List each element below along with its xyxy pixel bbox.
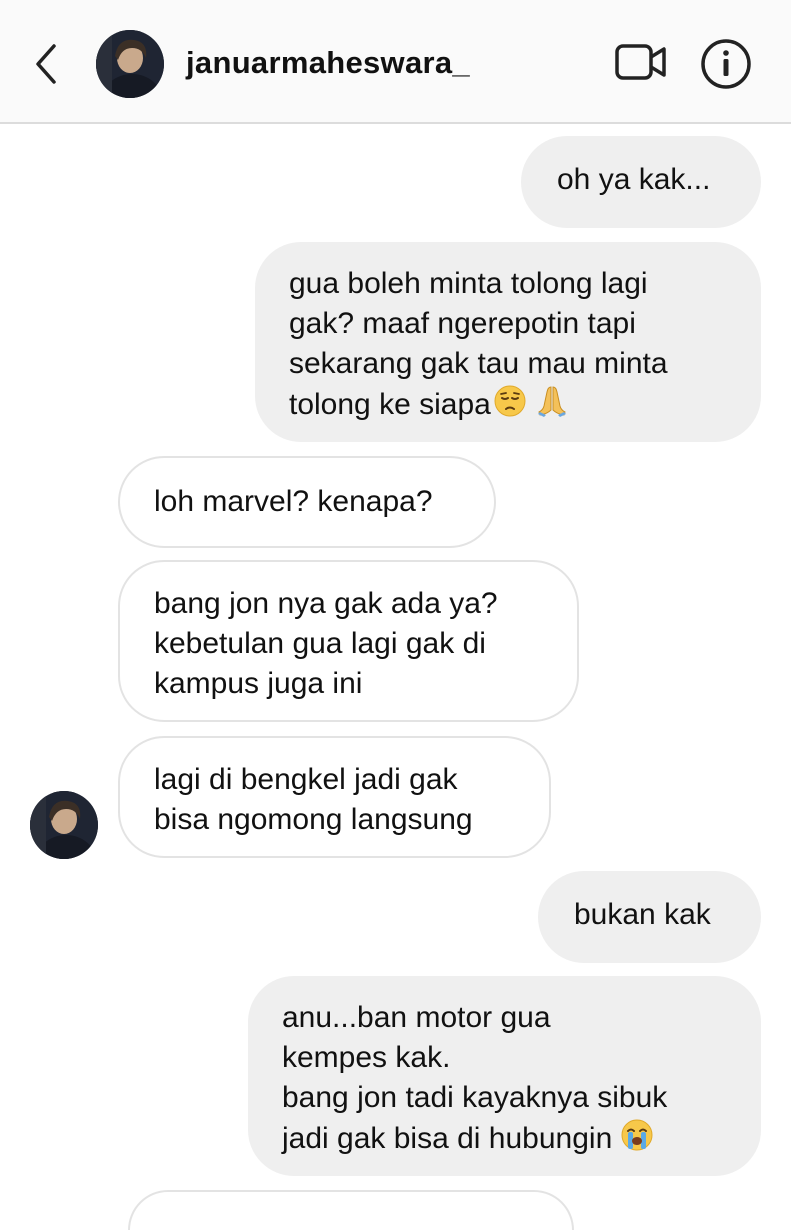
avatar[interactable] [96,30,164,98]
loudly-crying-face-icon [620,1118,654,1163]
message-text: gua boleh minta tolong lagi [289,267,648,300]
pensive-face-icon [493,384,527,429]
message-text: bang jon tadi kayaknya sibuk [282,1081,668,1114]
info-button[interactable] [700,38,752,90]
message-text: tolong ke siapa [289,388,491,421]
received-message-partial[interactable] [128,1190,574,1230]
message-text: bisa ngomong langsung [154,803,473,836]
message-thread: oh ya kak... gua boleh minta tolong lagi… [0,126,791,1230]
received-message[interactable]: lagi di bengkel jadi gak bisa ngomong la… [118,736,551,858]
chat-header: januarmaheswara_ [0,0,791,124]
message-text: jadi gak bisa di hubungin [282,1122,613,1155]
received-message[interactable]: loh marvel? kenapa? [118,456,496,548]
video-call-button[interactable] [614,40,668,84]
message-text: oh ya kak... [557,163,711,196]
message-text: gak? maaf ngerepotin tapi [289,307,636,340]
chevron-left-icon [36,44,56,84]
sent-message[interactable]: gua boleh minta tolong lagi gak? maaf ng… [255,242,761,442]
message-text: bang jon nya gak ada ya? [154,587,498,620]
info-icon [701,39,751,89]
message-text: kebetulan gua lagi gak di [154,627,486,660]
message-text: loh marvel? kenapa? [154,485,433,518]
message-text: kempes kak. [282,1041,451,1074]
message-text: lagi di bengkel jadi gak [154,763,458,796]
message-text: sekarang gak tau mau minta [289,347,668,380]
sent-message[interactable]: anu...ban motor gua kempes kak. bang jon… [248,976,761,1176]
video-camera-icon [615,44,666,80]
folded-hands-icon [535,384,569,429]
message-text: bukan kak [574,898,711,931]
sent-message[interactable]: bukan kak [538,871,761,963]
received-message[interactable]: bang jon nya gak ada ya? kebetulan gua l… [118,560,579,722]
back-button[interactable] [26,38,66,90]
message-text: anu...ban motor gua [282,1001,551,1034]
message-text: kampus juga ini [154,667,363,700]
sent-message[interactable]: oh ya kak... [521,136,761,228]
sender-avatar[interactable] [30,791,98,859]
chat-username[interactable]: januarmaheswara_ [186,45,470,81]
